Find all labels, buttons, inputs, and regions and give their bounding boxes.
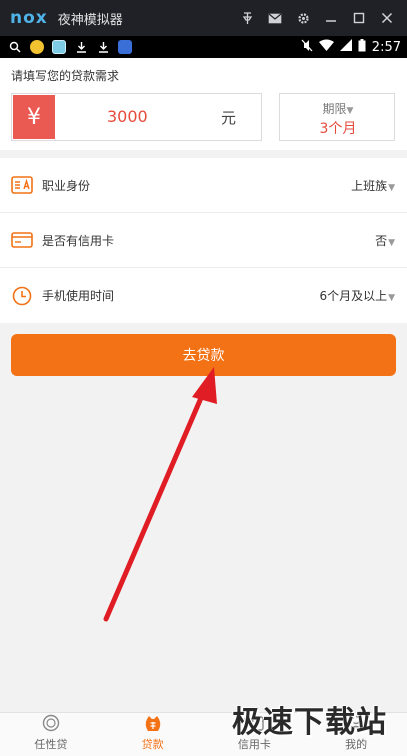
search-icon bbox=[6, 36, 24, 58]
setting-row-phone-usage[interactable]: 手机使用时间 6个月及以上▼ bbox=[0, 268, 407, 323]
caret-down-icon: ▼ bbox=[388, 293, 395, 303]
credit-card-icon bbox=[11, 229, 33, 251]
tab-label: 任性贷 bbox=[34, 738, 68, 751]
maximize-icon[interactable] bbox=[345, 0, 373, 36]
download-icon bbox=[72, 36, 90, 58]
baidu-icon bbox=[116, 36, 134, 58]
setting-label: 职业身份 bbox=[42, 178, 91, 193]
setting-row-credit-card[interactable]: 是否有信用卡 否▼ bbox=[0, 213, 407, 268]
amount-input[interactable]: ¥ 3000 元 bbox=[11, 93, 262, 141]
android-icon bbox=[28, 36, 46, 58]
setting-row-occupation[interactable]: 职业身份 上班族▼ bbox=[0, 158, 407, 213]
android-statusbar: 2:57 bbox=[0, 36, 407, 58]
clock-icon bbox=[11, 285, 33, 307]
minimize-icon[interactable] bbox=[317, 0, 345, 36]
tab-loan[interactable]: 贷款 bbox=[102, 713, 204, 756]
download-icon bbox=[94, 36, 112, 58]
setting-label: 是否有信用卡 bbox=[42, 233, 115, 248]
setting-value[interactable]: 否▼ bbox=[375, 232, 395, 249]
coin-icon bbox=[41, 713, 61, 733]
loan-request-card: 请填写您的贷款需求 ¥ 3000 元 期限▼ 3个月 bbox=[0, 58, 407, 150]
mute-icon bbox=[301, 39, 313, 56]
tab-label: 贷款 bbox=[141, 738, 164, 751]
site-watermark: 极速下载站 bbox=[232, 705, 387, 740]
window-controls bbox=[233, 0, 401, 36]
pin-icon[interactable] bbox=[233, 0, 261, 36]
status-time: 2:57 bbox=[371, 39, 401, 55]
yen-icon: ¥ bbox=[13, 95, 55, 139]
loan-app-screen: 请填写您的贷款需求 ¥ 3000 元 期限▼ 3个月 职业身份 上班族▼ 是否有… bbox=[0, 58, 407, 756]
amount-unit: 元 bbox=[221, 109, 237, 127]
emulator-title: 夜神模拟器 bbox=[57, 12, 123, 28]
gear-icon[interactable] bbox=[289, 0, 317, 36]
setting-value[interactable]: 6个月及以上▼ bbox=[319, 287, 395, 304]
caret-down-icon: ▼ bbox=[346, 106, 354, 116]
close-icon[interactable] bbox=[373, 0, 401, 36]
apply-loan-button[interactable]: 去贷款 bbox=[11, 334, 396, 376]
signal-icon bbox=[339, 39, 352, 55]
term-value: 3个月 bbox=[319, 121, 357, 137]
term-label: 期限▼ bbox=[322, 102, 354, 116]
caret-down-icon: ▼ bbox=[388, 237, 395, 248]
profile-settings-list: 职业身份 上班族▼ 是否有信用卡 否▼ 手机使用时间 6个月及以上▼ bbox=[0, 158, 407, 323]
caret-down-icon: ▼ bbox=[388, 182, 395, 193]
term-selector[interactable]: 期限▼ 3个月 bbox=[279, 93, 395, 141]
loan-hint: 请填写您的贷款需求 bbox=[11, 69, 120, 83]
app-icon bbox=[50, 36, 68, 58]
mail-icon[interactable] bbox=[261, 0, 289, 36]
battery-icon bbox=[358, 38, 366, 56]
tab-renxingdai[interactable]: 任性贷 bbox=[0, 713, 102, 756]
wifi-icon bbox=[318, 39, 334, 55]
amount-value[interactable]: 3000 bbox=[107, 107, 148, 126]
nox-logo: nox bbox=[10, 8, 48, 28]
emulator-titlebar: nox 夜神模拟器 bbox=[0, 0, 407, 36]
setting-label: 手机使用时间 bbox=[42, 289, 115, 303]
id-card-icon bbox=[11, 174, 33, 196]
setting-value[interactable]: 上班族▼ bbox=[351, 177, 395, 194]
loan-bag-icon bbox=[143, 713, 163, 733]
